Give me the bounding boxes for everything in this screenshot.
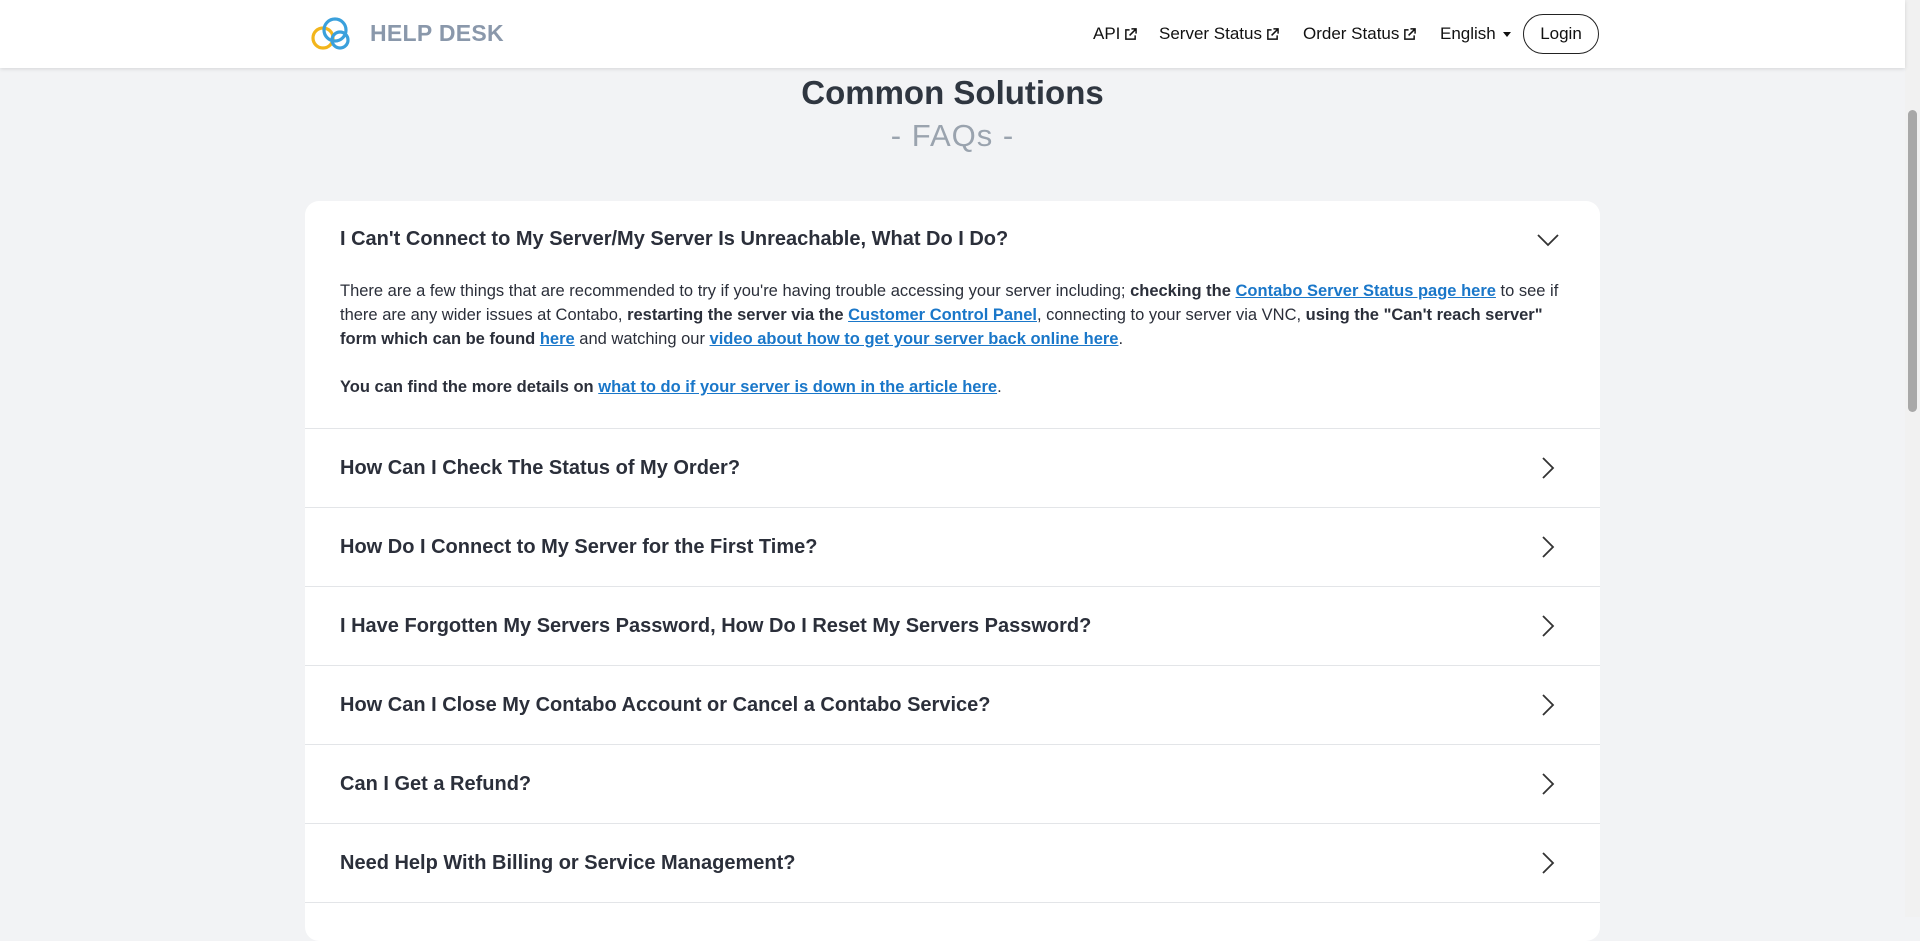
external-link-icon (1267, 27, 1279, 40)
faq-answer: There are a few things that are recommen… (340, 279, 1570, 399)
faq-question[interactable]: Can I Get a Refund? (340, 773, 531, 796)
faq-item[interactable]: I Have Forgotten My Servers Password, Ho… (305, 587, 1600, 666)
page-subtitle: - FAQs - (890, 118, 1015, 153)
faq-item[interactable]: Can I Get a Refund? (305, 745, 1600, 824)
nav-order-status-label: Order Status (1303, 24, 1400, 43)
answer-bold: You can find the more details on (340, 378, 599, 396)
chevron-right-icon[interactable] (1536, 614, 1560, 638)
faq-question[interactable]: I Can't Connect to My Server/My Server I… (340, 228, 1008, 251)
faq-accordion: I Can't Connect to My Server/My Server I… (305, 201, 1600, 941)
server-down-article-link[interactable]: what to do if your server is down in the… (598, 378, 997, 396)
faq-item-open[interactable]: I Can't Connect to My Server/My Server I… (305, 201, 1600, 429)
faq-item[interactable]: How Can I Check The Status of My Order? (305, 429, 1600, 508)
server-online-video-link[interactable]: video about how to get your server back … (710, 330, 1119, 348)
faq-answer-paragraph: There are a few things that are recommen… (340, 279, 1570, 351)
faq-question[interactable]: I Have Forgotten My Servers Password, Ho… (340, 615, 1091, 638)
chevron-right-icon[interactable] (1536, 693, 1560, 717)
nav-server-status-link[interactable]: Server Status (1159, 24, 1279, 44)
faq-question[interactable]: Need Help With Billing or Service Manage… (340, 852, 795, 875)
caret-down-icon (1502, 31, 1511, 37)
nav-api-link[interactable]: API (1093, 24, 1138, 44)
answer-text: . (1118, 330, 1124, 348)
faq-question[interactable]: How Can I Check The Status of My Order? (340, 457, 740, 480)
cloud-logo-icon[interactable] (309, 16, 351, 52)
external-link-icon (1125, 27, 1138, 40)
chevron-right-icon[interactable] (1536, 456, 1560, 480)
faq-answer-paragraph: You can find the more details on what to… (340, 375, 1570, 399)
nav-server-status-label: Server Status (1159, 24, 1262, 43)
server-status-page-link[interactable]: Contabo Server Status page here (1236, 282, 1496, 300)
language-dropdown[interactable]: English (1440, 24, 1511, 44)
brand-title[interactable]: HELP DESK (370, 20, 504, 47)
external-link-icon (1404, 27, 1417, 40)
customer-control-panel-link[interactable]: Customer Control Panel (848, 306, 1037, 324)
page-title: Common Solutions (801, 74, 1104, 111)
faq-question[interactable]: How Do I Connect to My Server for the Fi… (340, 536, 817, 559)
faq-item[interactable]: How Do I Connect to My Server for the Fi… (305, 508, 1600, 587)
answer-text: There are a few things that are recommen… (340, 282, 1131, 300)
faq-item[interactable]: How Can I Close My Contabo Account or Ca… (305, 666, 1600, 745)
answer-text: and watching our (574, 330, 710, 348)
answer-bold: restarting the server via the (627, 306, 849, 324)
scrollbar-thumb[interactable] (1908, 110, 1917, 412)
chevron-right-icon[interactable] (1536, 851, 1560, 875)
nav-order-status-link[interactable]: Order Status (1303, 24, 1417, 44)
cant-reach-server-form-link[interactable]: here (540, 330, 575, 348)
faq-question[interactable]: How Can I Close My Contabo Account or Ca… (340, 694, 990, 717)
answer-bold: checking the (1130, 282, 1236, 300)
chevron-down-icon[interactable] (1536, 228, 1560, 252)
top-navbar: HELP DESK API Server Status Order Status… (0, 0, 1905, 68)
answer-text: , connecting to your server via VNC, (1036, 306, 1306, 324)
chevron-right-icon[interactable] (1536, 535, 1560, 559)
chevron-right-icon[interactable] (1536, 772, 1560, 796)
faq-item[interactable]: Need Help With Billing or Service Manage… (305, 824, 1600, 903)
login-button[interactable]: Login (1523, 14, 1599, 54)
answer-text: . (997, 378, 1002, 396)
nav-api-label: API (1093, 24, 1121, 43)
language-label: English (1440, 24, 1496, 43)
